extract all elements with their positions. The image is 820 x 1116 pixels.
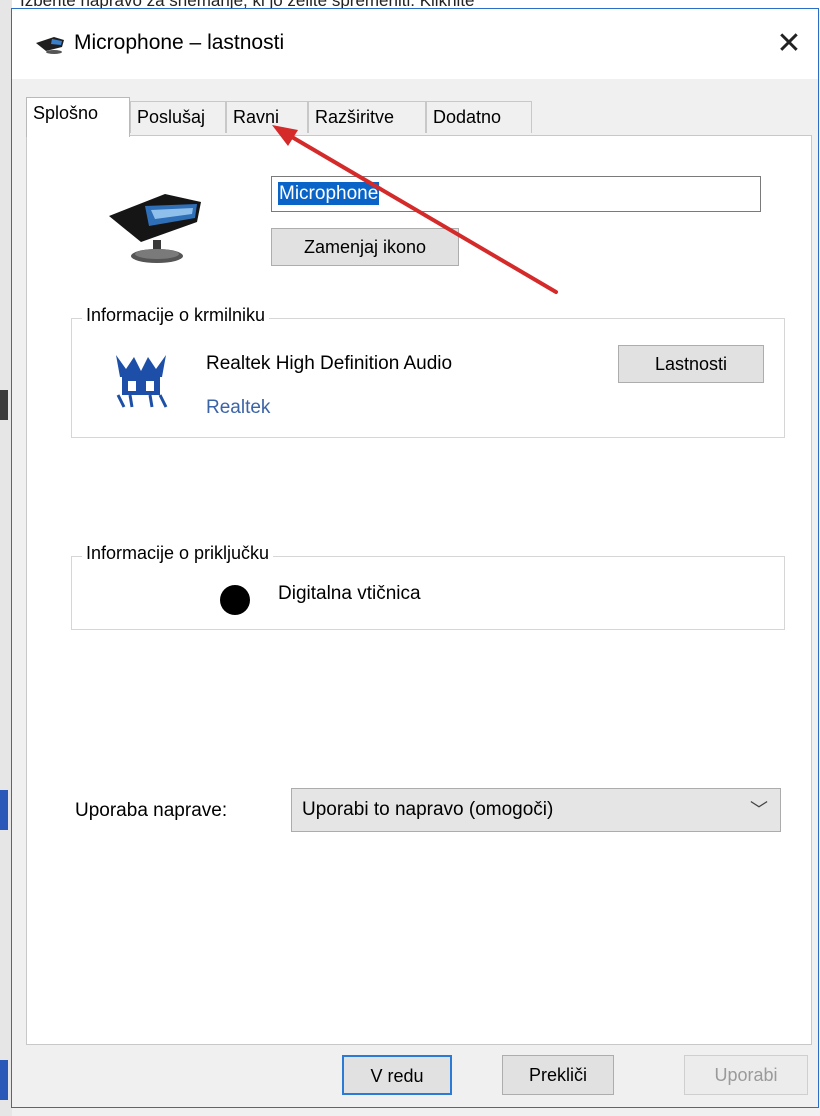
device-usage-label: Uporaba naprave: [75, 800, 228, 821]
jack-dot-icon [220, 585, 250, 615]
controller-info-group: Informacije o krmilniku Realtek High Def… [71, 305, 785, 438]
title-bar[interactable]: Microphone – lastnosti ✕ [12, 9, 818, 79]
device-name-input[interactable]: Microphone [271, 176, 761, 212]
tab-poslusaj[interactable]: Poslušaj [130, 101, 226, 133]
apply-button[interactable]: Uporabi [684, 1055, 808, 1095]
tab-razsiritve[interactable]: Razširitve [308, 101, 426, 133]
realtek-logo-icon [116, 355, 168, 408]
device-usage-select[interactable]: Uporabi to napravo (omogoči) ﹀ [291, 788, 781, 832]
tab-splosno[interactable]: Splošno [26, 97, 130, 137]
tab-ravni[interactable]: Ravni [226, 101, 308, 133]
change-icon-button[interactable]: Zamenjaj ikono [271, 228, 459, 266]
window-title: Microphone – lastnosti [74, 31, 285, 54]
driver-vendor-link[interactable]: Realtek [206, 397, 270, 419]
properties-dialog: Microphone – lastnosti ✕ Splošno Posluša… [11, 8, 819, 1108]
chevron-down-icon: ﹀ [750, 800, 768, 820]
device-name-value: Microphone [278, 182, 380, 205]
driver-name: Realtek High Definition Audio [206, 353, 453, 374]
device-usage-value: Uporabi to napravo (omogoči) [302, 799, 554, 820]
controller-properties-button[interactable]: Lastnosti [618, 345, 764, 383]
ok-button[interactable]: V redu [342, 1055, 452, 1095]
controller-group-label: Informacije o krmilniku [82, 305, 270, 326]
jack-label: Digitalna vtičnica [278, 583, 421, 604]
cancel-button[interactable]: Prekliči [502, 1055, 614, 1095]
tab-dodatno[interactable]: Dodatno [426, 101, 532, 133]
microphone-title-icon [36, 37, 64, 54]
jack-group-label: Informacije o priključku [82, 543, 274, 564]
microphone-device-icon [109, 194, 201, 263]
tab-panel-splosno: Microphone Zamenjaj ikono Informacije o … [26, 135, 812, 1045]
close-button[interactable]: ✕ [774, 29, 804, 59]
jack-info-group: Informacije o priključku Digitalna vtičn… [71, 543, 785, 630]
